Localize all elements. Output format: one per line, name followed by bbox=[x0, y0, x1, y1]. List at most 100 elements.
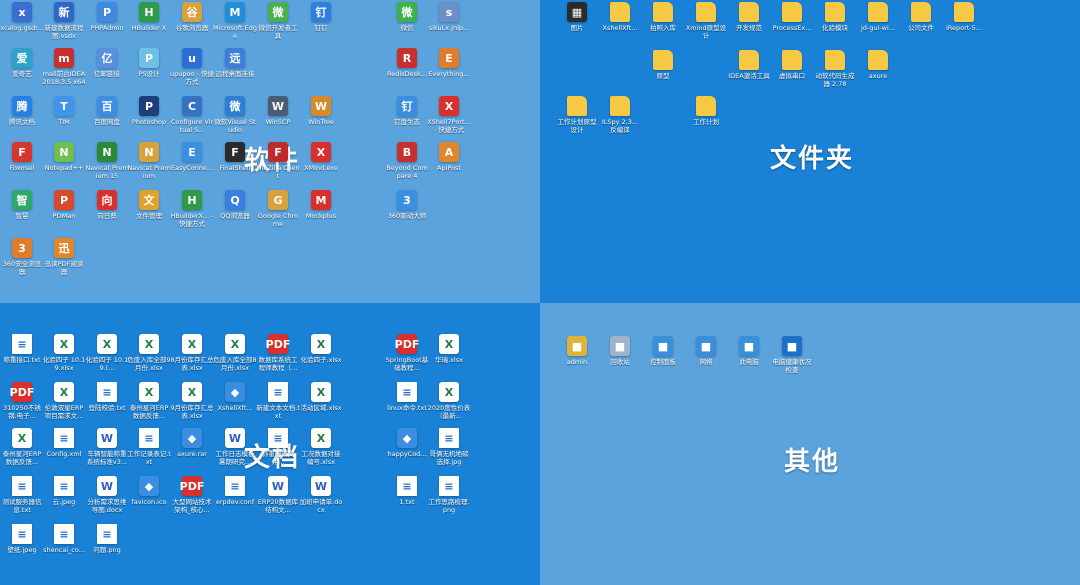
desktop-shortcut[interactable]: x xcalog.gsdr... bbox=[0, 2, 44, 32]
desktop-shortcut[interactable]: X XMind.exe bbox=[299, 142, 343, 172]
desktop-shortcut[interactable]: iReport-5... bbox=[942, 2, 986, 32]
desktop-shortcut[interactable]: 文文件管理 bbox=[127, 190, 171, 220]
desktop-shortcut[interactable]: ■ 网络 bbox=[684, 336, 728, 366]
desktop-shortcut[interactable]: X 伦敦双星ERP项目需求文... bbox=[42, 382, 86, 420]
desktop-shortcut[interactable]: m mall前台IDEA 2018.3.5 x64 bbox=[42, 48, 86, 86]
desktop-shortcut[interactable]: XshellXft... bbox=[598, 2, 642, 32]
desktop-shortcut[interactable]: X 泰州星河ERP数据反馈... bbox=[127, 382, 171, 420]
desktop-shortcut[interactable]: N Navicat Premium bbox=[127, 142, 171, 180]
desktop-shortcut[interactable]: 腾腾讯文档 bbox=[0, 96, 44, 126]
desktop-shortcut[interactable]: ≡ 测试服务器信息.txt bbox=[0, 476, 44, 514]
desktop-shortcut[interactable]: F FinalShell bbox=[213, 142, 257, 172]
desktop-shortcut[interactable]: 微微软Visual Studio bbox=[213, 96, 257, 134]
desktop-shortcut[interactable]: 化验模块 bbox=[813, 2, 857, 32]
desktop-shortcut[interactable]: 工作计划原型设计 bbox=[555, 96, 599, 134]
desktop-shortcut[interactable]: ◆ XshellXft... bbox=[213, 382, 257, 412]
desktop-shortcut[interactable]: M Microsoft Edge bbox=[213, 2, 257, 40]
desktop-shortcut[interactable]: W WinTree bbox=[299, 96, 343, 126]
desktop-shortcut[interactable]: PDF SpringBoot基础教程... bbox=[385, 334, 429, 372]
desktop-shortcut[interactable]: ProcessEx... bbox=[770, 2, 814, 32]
desktop-shortcut[interactable]: PDF 数据库系统工程师教程（... bbox=[256, 334, 300, 372]
desktop-shortcut[interactable]: ■ 控制面板 bbox=[641, 336, 685, 366]
desktop-shortcut[interactable]: jd-gui-wi... bbox=[856, 2, 900, 32]
desktop-shortcut[interactable]: P PS设计 bbox=[127, 48, 171, 78]
desktop-shortcut[interactable]: H HBuilder X bbox=[127, 2, 171, 32]
desktop-shortcut[interactable]: E EasyConne... bbox=[170, 142, 214, 172]
desktop-shortcut[interactable]: X 工况数据对接编号.xlsx bbox=[299, 428, 343, 466]
desktop-shortcut[interactable]: N Notepad++ bbox=[42, 142, 86, 172]
desktop-shortcut[interactable]: B Beyond Compare 4 bbox=[385, 142, 429, 180]
desktop-shortcut[interactable]: C Configure Virtual S... bbox=[170, 96, 214, 134]
desktop-shortcut[interactable]: X 活动区域.xlsx bbox=[299, 382, 343, 412]
desktop-shortcut[interactable]: ≡ 登陆校验.txt bbox=[85, 382, 129, 412]
desktop-shortcut[interactable]: 向向日葵 bbox=[85, 190, 129, 220]
desktop-shortcut[interactable]: 虚拟串口 bbox=[770, 50, 814, 80]
desktop-shortcut[interactable]: X 化验四子.xlsx bbox=[299, 334, 343, 364]
desktop-shortcut[interactable]: G Google Chrome bbox=[256, 190, 300, 228]
desktop-shortcut[interactable]: ≡ 称重接口.txt bbox=[0, 334, 44, 364]
desktop-shortcut[interactable]: 远远程桌面连接 bbox=[213, 48, 257, 78]
desktop-shortcut[interactable]: ◆ favicon.ico bbox=[127, 476, 171, 506]
desktop-shortcut[interactable]: 3 360驱动大师 bbox=[385, 190, 429, 220]
desktop-shortcut[interactable]: P PHPAdmin bbox=[85, 2, 129, 32]
desktop-shortcut[interactable]: ≡ 新建文本文档.txt bbox=[256, 382, 300, 420]
desktop-shortcut[interactable]: ≡ 问题.png bbox=[85, 524, 129, 554]
desktop-shortcut[interactable]: 智智慧 bbox=[0, 190, 44, 220]
desktop-shortcut[interactable]: P Photoshop bbox=[127, 96, 171, 126]
desktop-shortcut[interactable]: u upupoo - 快捷方式 bbox=[170, 48, 214, 86]
desktop-shortcut[interactable]: 公司文件 bbox=[899, 2, 943, 32]
desktop-shortcut[interactable]: ≡ 工作思路梳理.png bbox=[427, 476, 471, 514]
desktop-shortcut[interactable]: ▦ 图片 bbox=[555, 2, 599, 32]
desktop-shortcut[interactable]: X 危废入库全部9月份.xlsx bbox=[127, 334, 171, 372]
desktop-shortcut[interactable]: ≡ shencai_co... bbox=[42, 524, 86, 554]
desktop-shortcut[interactable]: M Mockplus bbox=[299, 190, 343, 220]
desktop-shortcut[interactable]: 拍照入库 bbox=[641, 2, 685, 32]
desktop-shortcut[interactable]: X 8月份库存汇总表.xlsx bbox=[170, 334, 214, 372]
desktop-shortcut[interactable]: IDEA激活工具 bbox=[727, 50, 771, 80]
desktop-shortcut[interactable]: ■ 回收站 bbox=[598, 336, 642, 366]
desktop-shortcut[interactable]: 3 360安全浏览器 bbox=[0, 238, 44, 276]
desktop-shortcut[interactable]: 原型 bbox=[641, 50, 685, 80]
desktop-shortcut[interactable]: H HBuilderX... - 快捷方式 bbox=[170, 190, 214, 228]
desktop-shortcut[interactable]: ≡ 1.txt bbox=[385, 476, 429, 506]
desktop-shortcut[interactable]: W 加班申请单.docx bbox=[299, 476, 343, 514]
desktop-shortcut[interactable]: 微微信开发者工具 bbox=[256, 2, 300, 40]
desktop-shortcut[interactable]: 开发规范 bbox=[727, 2, 771, 32]
desktop-shortcut[interactable]: F FileZilla Client bbox=[256, 142, 300, 180]
desktop-shortcut[interactable]: s sikuLx.jnlp... bbox=[427, 2, 471, 32]
desktop-shortcut[interactable]: R RedisDesk... bbox=[385, 48, 429, 78]
desktop-shortcut[interactable]: T TIM bbox=[42, 96, 86, 126]
desktop-shortcut[interactable]: ◆ axure.rar bbox=[170, 428, 214, 458]
desktop-shortcut[interactable]: 爱爱奇艺 bbox=[0, 48, 44, 78]
desktop-shortcut[interactable]: ≡ Config.xml bbox=[42, 428, 86, 458]
desktop-shortcut[interactable]: P PDMan bbox=[42, 190, 86, 220]
desktop-shortcut[interactable]: 工作计划 bbox=[684, 96, 728, 126]
desktop-shortcut[interactable]: 谷谷歌浏览器 bbox=[170, 2, 214, 32]
desktop-shortcut[interactable]: ■ 此电脑 bbox=[727, 336, 771, 366]
desktop-shortcut[interactable]: ≡ 哥俩无机地磅选择.jpg bbox=[427, 428, 471, 466]
desktop-shortcut[interactable]: axure bbox=[856, 50, 900, 80]
desktop-shortcut[interactable]: ≡ 云.jpeg bbox=[42, 476, 86, 506]
desktop-shortcut[interactable]: 钉钉钉 bbox=[299, 2, 343, 32]
desktop-shortcut[interactable]: 动软代码生成器 2.78 bbox=[813, 50, 857, 88]
desktop-shortcut[interactable]: ■ admin bbox=[555, 336, 599, 366]
desktop-shortcut[interactable]: X 化验四子 10.19.(... bbox=[85, 334, 129, 372]
desktop-shortcut[interactable]: X 9月份库存汇总表.xlsx bbox=[170, 382, 214, 420]
desktop-shortcut[interactable]: X 华瑞.xlsx bbox=[427, 334, 471, 364]
desktop-shortcut[interactable]: ILSpy 2.3... 反编译 bbox=[598, 96, 642, 134]
desktop-shortcut[interactable]: W 车辆智能称重系统标准v3... bbox=[85, 428, 129, 466]
desktop-shortcut[interactable]: PDF 大型网站技术架构_核心... bbox=[170, 476, 214, 514]
desktop-shortcut[interactable]: ≡ erpdev.conf bbox=[213, 476, 257, 506]
desktop-shortcut[interactable]: ≡ 工作记录表记.txt bbox=[127, 428, 171, 466]
desktop-shortcut[interactable]: 新新建数据流程图.vsdx bbox=[42, 2, 86, 40]
desktop-shortcut[interactable]: Q QQ浏览器 bbox=[213, 190, 257, 220]
desktop-shortcut[interactable]: X XShell7Port... - 快捷方式 bbox=[427, 96, 471, 134]
desktop-shortcut[interactable]: E Everything... bbox=[427, 48, 471, 78]
desktop-shortcut[interactable]: 微微信 bbox=[385, 2, 429, 32]
desktop-shortcut[interactable]: ≡ 称重配置文件... bbox=[256, 428, 300, 466]
desktop-shortcut[interactable]: 亿亿邮链接 bbox=[85, 48, 129, 78]
desktop-shortcut[interactable]: W ERP20数据库结构文... bbox=[256, 476, 300, 514]
desktop-shortcut[interactable]: X 2020度性价表（最新... bbox=[427, 382, 471, 420]
desktop-shortcut[interactable]: ≡ 壁纸.jpeg bbox=[0, 524, 44, 554]
desktop-shortcut[interactable]: ◆ happyCod... bbox=[385, 428, 429, 458]
